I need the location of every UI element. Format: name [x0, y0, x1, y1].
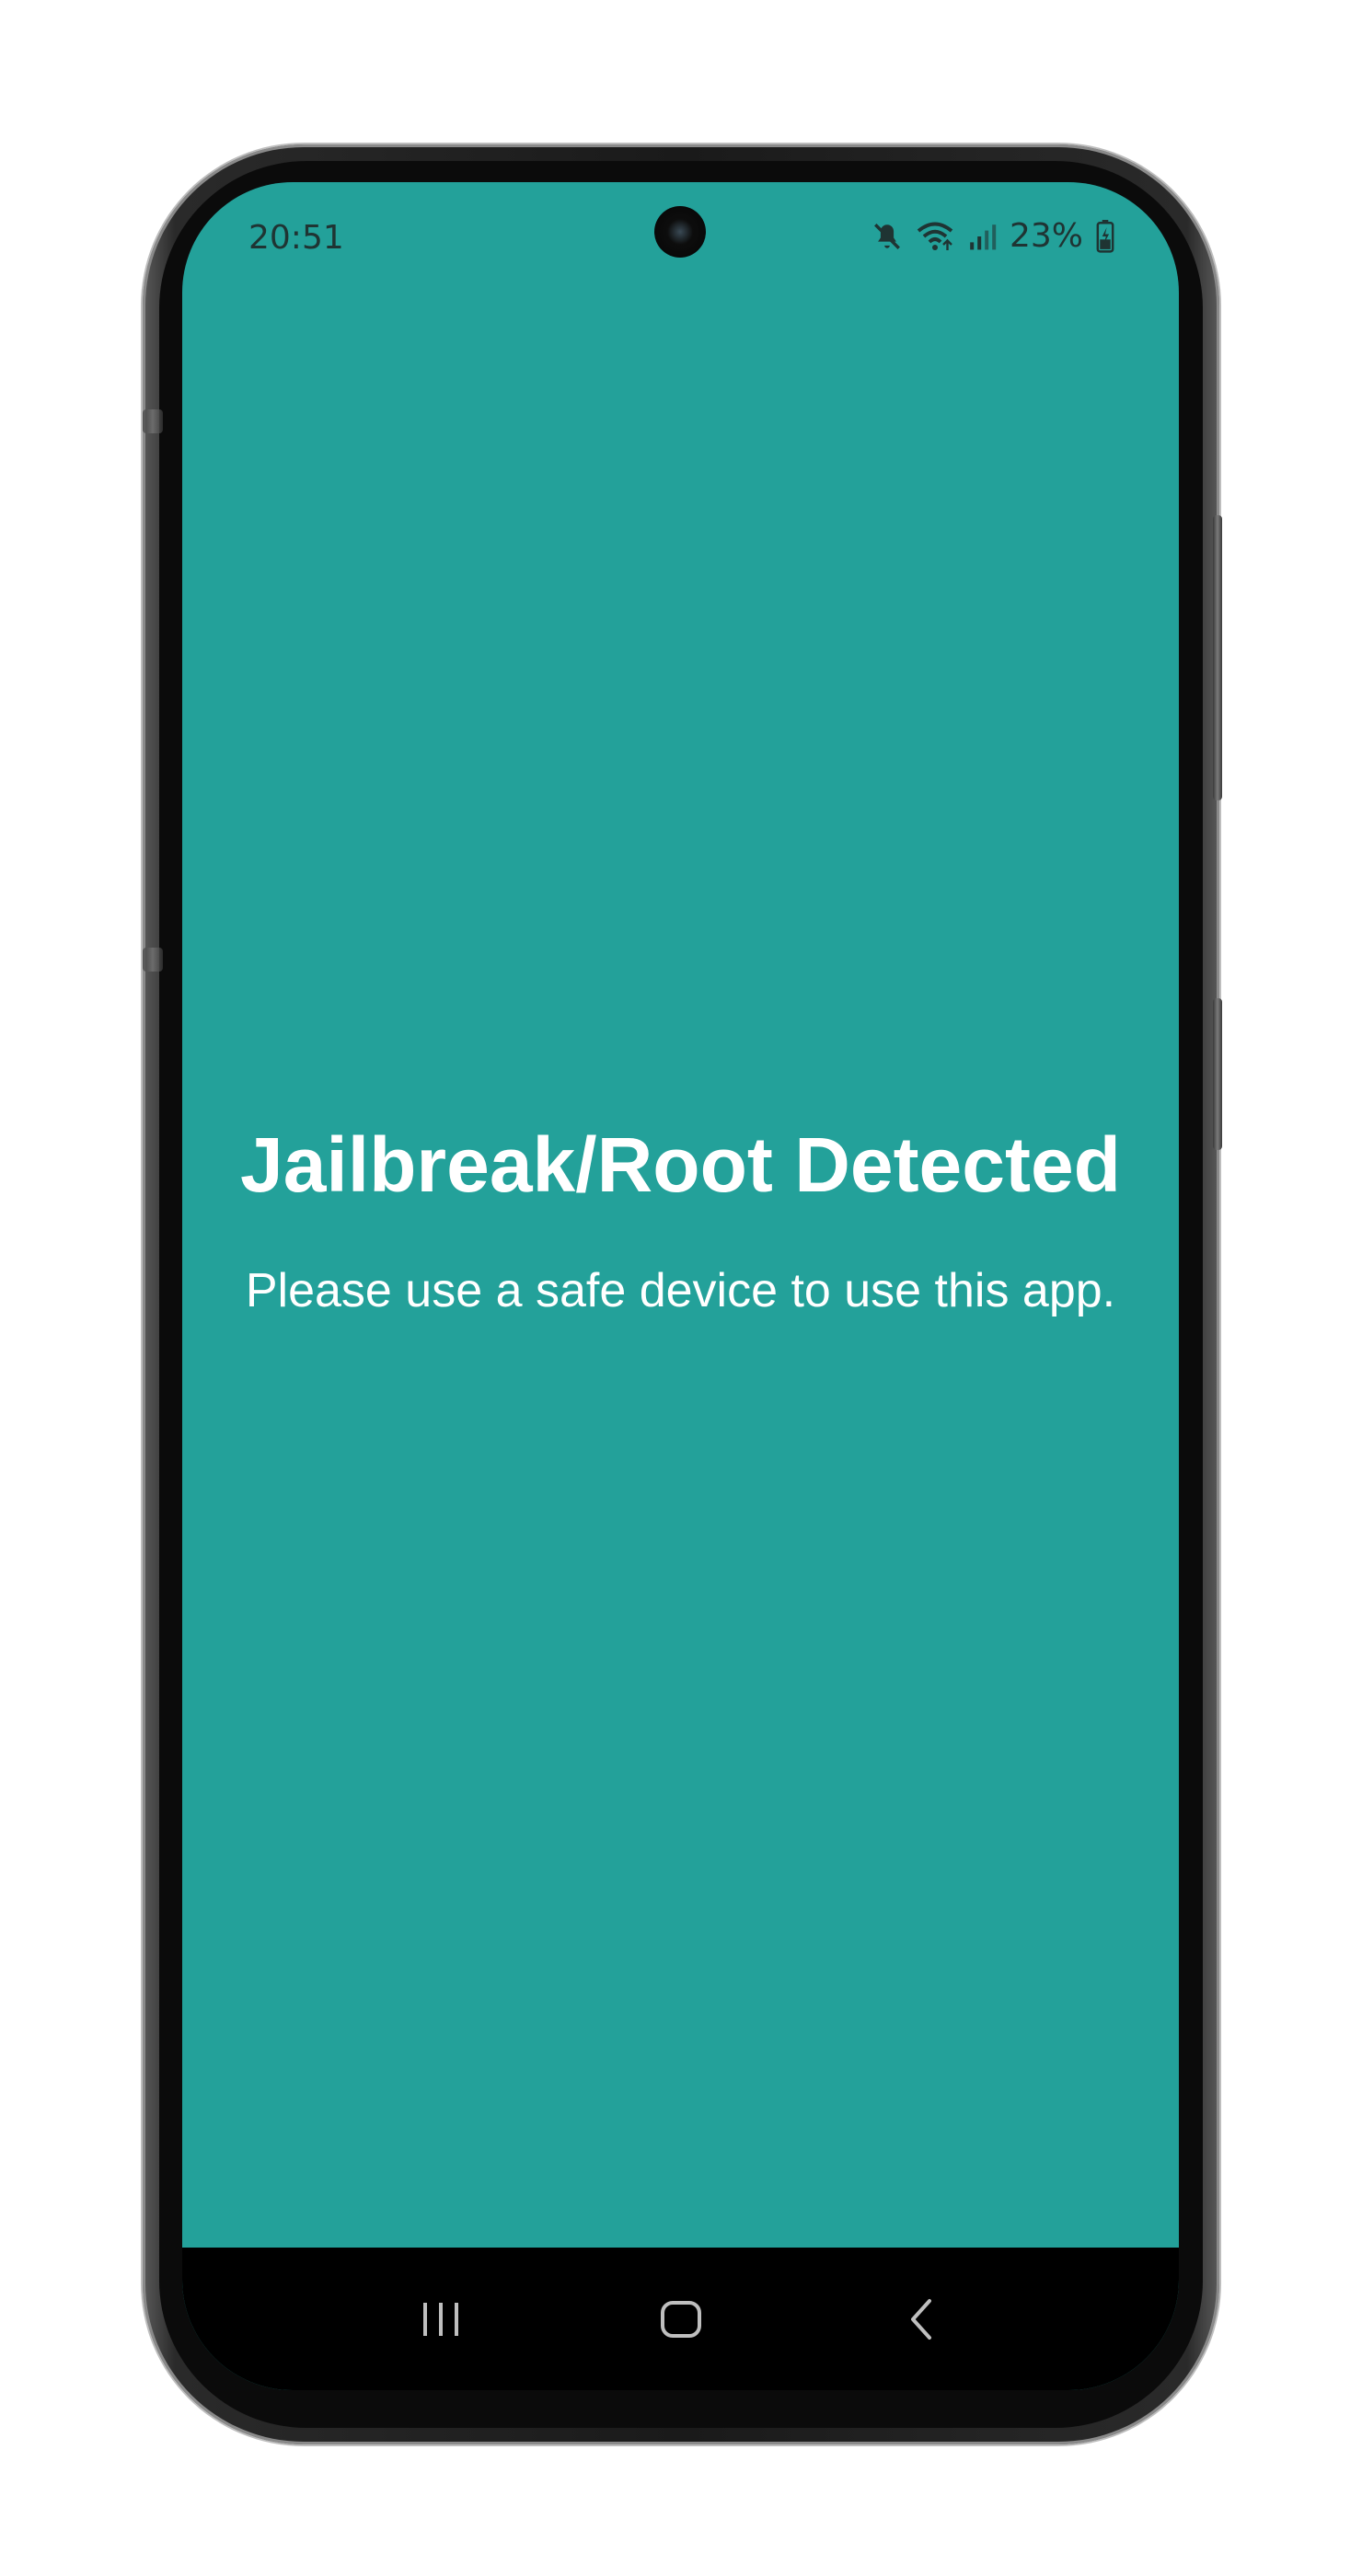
page-title: Jailbreak/Root Detected [240, 1121, 1121, 1208]
back-button[interactable] [866, 2273, 976, 2365]
power-button [1213, 998, 1222, 1150]
phone-screen: 20:51 23% Jailbreak/Root Detected Please… [182, 182, 1179, 2390]
volume-button [1213, 515, 1222, 800]
battery-percent: 23% [1009, 217, 1083, 255]
navigation-bar [182, 2248, 1179, 2390]
home-icon [660, 2300, 701, 2338]
home-button[interactable] [626, 2273, 736, 2365]
battery-charging-icon [1096, 219, 1114, 253]
frame-band-left-top [143, 409, 163, 433]
status-icons: 23% [871, 217, 1114, 255]
wifi-icon [916, 221, 954, 252]
warning-message: Please use a safe device to use this app… [245, 1264, 1116, 1317]
mute-icon [871, 221, 903, 252]
back-icon [910, 2298, 931, 2340]
recent-apps-button[interactable] [386, 2273, 496, 2365]
frame-band-left-mid [143, 948, 163, 972]
status-time: 20:51 [248, 219, 344, 257]
signal-icon [967, 222, 997, 251]
status-bar: 20:51 23% [182, 182, 1179, 302]
front-camera [654, 206, 706, 258]
root-detection-message: Jailbreak/Root Detected Please use a saf… [182, 1121, 1179, 1318]
recent-apps-icon [422, 2302, 458, 2336]
